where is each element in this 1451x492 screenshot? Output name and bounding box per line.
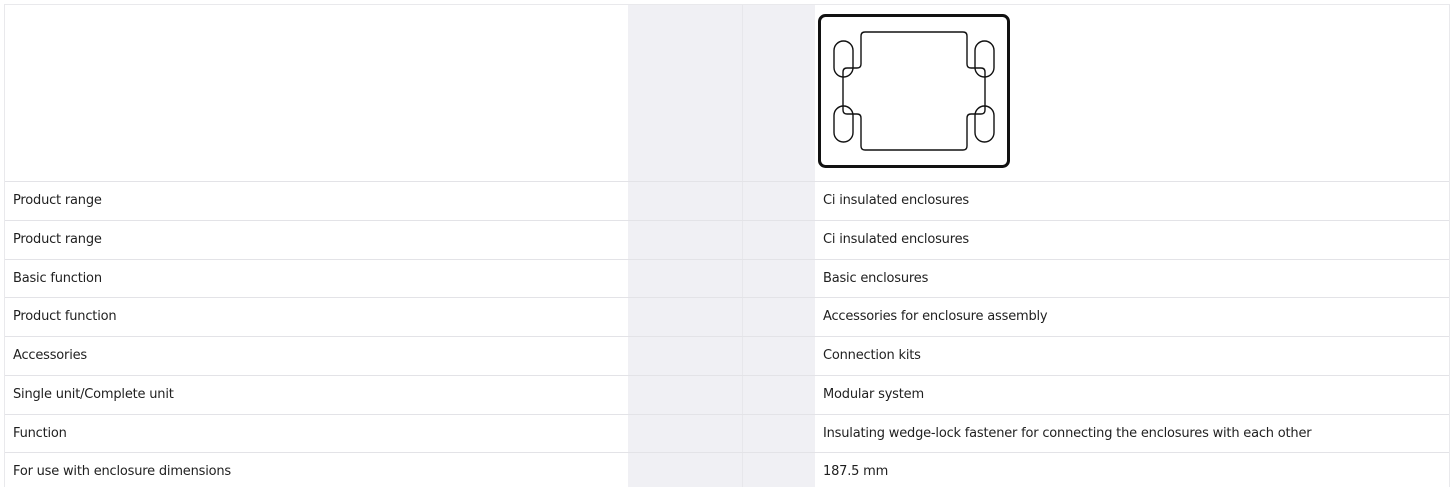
attribute-label: Function — [13, 425, 67, 441]
attribute-label: Product range — [13, 193, 102, 208]
product-image-row — [5, 5, 1449, 182]
attribute-value: Ci insulated enclosures — [823, 231, 969, 247]
attribute-value: Ci insulated enclosures — [823, 193, 969, 208]
attribute-label: Product function — [13, 309, 117, 325]
attribute-label: Basic function — [13, 270, 102, 286]
attribute-row: Basic function Basic enclosures — [5, 260, 1449, 299]
attribute-row: Accessories Connection kits — [5, 337, 1449, 376]
enclosure-connection-kit-icon — [818, 14, 1010, 168]
attribute-value: Accessories for enclosure assembly — [823, 309, 1048, 325]
attribute-row: Product function Accessories for enclosu… — [5, 298, 1449, 337]
attribute-value: Insulating wedge-lock fastener for conne… — [823, 425, 1312, 441]
attribute-row: Single unit/Complete unit Modular system — [5, 376, 1449, 415]
attribute-value: Modular system — [823, 386, 924, 402]
attribute-row: Function Insulating wedge-lock fastener … — [5, 415, 1449, 454]
attribute-row: Product range Ci insulated enclosures — [5, 221, 1449, 260]
attribute-label: Accessories — [13, 348, 87, 363]
product-attributes-table: Product range Ci insulated enclosures Pr… — [4, 4, 1450, 487]
attribute-label: Product range — [13, 231, 102, 247]
attribute-value: Basic enclosures — [823, 270, 929, 286]
attribute-label: Single unit/Complete unit — [13, 386, 174, 402]
attribute-row: For use with enclosure dimensions 187.5 … — [5, 453, 1449, 492]
attribute-rows: Product range Ci insulated enclosures Pr… — [5, 182, 1449, 492]
attribute-value: 187.5 mm — [823, 464, 889, 480]
attribute-label: For use with enclosure dimensions — [13, 464, 231, 480]
attribute-row: Product range Ci insulated enclosures — [5, 182, 1449, 221]
attribute-value: Connection kits — [823, 348, 921, 363]
